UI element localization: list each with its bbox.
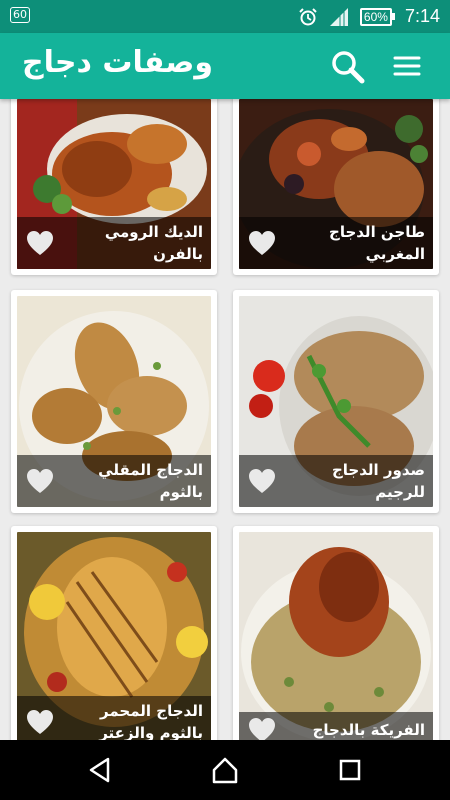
page-title: وصفات دجاج <box>22 45 213 80</box>
recipe-card[interactable]: الدجاج المحمر بالثوم والزعتر <box>11 526 217 740</box>
favorite-heart-icon[interactable] <box>247 716 277 740</box>
alarm-icon <box>299 7 317 25</box>
recipe-caption-bar: صدور الدجاج للرجيم <box>239 455 433 507</box>
recipe-card[interactable]: الديك الرومي بالفرن <box>11 99 217 275</box>
recipe-title: الفريكة بالدجاج <box>312 721 425 739</box>
recipe-caption-bar: الديك الرومي بالفرن <box>17 217 211 269</box>
system-nav-bar <box>0 740 450 800</box>
battery-percent: 60% <box>359 7 392 26</box>
recipe-image: الدجاج المقلي بالثوم <box>17 296 211 507</box>
recipe-card[interactable]: الفريكة بالدجاج <box>233 526 439 740</box>
favorite-heart-icon[interactable] <box>25 229 55 257</box>
recipe-title: صدور الدجاج للرجيم <box>331 461 425 501</box>
recipe-caption-bar: الدجاج المحمر بالثوم والزعتر <box>17 696 211 740</box>
notification-badge: 60 <box>10 7 30 23</box>
recipe-card[interactable]: الدجاج المقلي بالثوم <box>11 290 217 513</box>
favorite-heart-icon[interactable] <box>25 467 55 495</box>
battery-icon: 60% <box>359 7 395 26</box>
favorite-heart-icon[interactable] <box>25 708 55 736</box>
recipe-caption-bar: الفريكة بالدجاج <box>239 712 433 740</box>
recipe-title: الديك الرومي بالفرن <box>104 223 203 263</box>
recipe-title: الدجاج المقلي بالثوم <box>98 461 203 501</box>
recipe-image: الفريكة بالدجاج <box>239 532 433 740</box>
home-icon[interactable] <box>210 755 240 785</box>
recipe-image: الدجاج المحمر بالثوم والزعتر <box>17 532 211 740</box>
recipe-image: الديك الرومي بالفرن <box>17 99 211 269</box>
favorite-heart-icon[interactable] <box>247 229 277 257</box>
recipe-card[interactable]: طاجن الدجاج المغربي <box>233 99 439 275</box>
recipe-title: طاجن الدجاج المغربي <box>329 223 425 263</box>
favorite-heart-icon[interactable] <box>247 467 277 495</box>
recipe-caption-bar: الدجاج المقلي بالثوم <box>17 455 211 507</box>
recipe-image: طاجن الدجاج المغربي <box>239 99 433 269</box>
status-bar: 60 60% 7:14 <box>0 0 450 33</box>
recipe-grid: الديك الرومي بالفرن طاجن الدجاج المغربي … <box>0 99 450 740</box>
notification-indicator: 60 <box>10 7 30 23</box>
back-icon[interactable] <box>85 755 115 785</box>
search-icon[interactable] <box>330 49 366 85</box>
recipe-title: الدجاج المحمر بالثوم والزعتر <box>99 702 203 740</box>
recents-icon[interactable] <box>335 755 365 785</box>
recipe-image: صدور الدجاج للرجيم <box>239 296 433 507</box>
signal-icon <box>329 7 348 26</box>
recipe-caption-bar: طاجن الدجاج المغربي <box>239 217 433 269</box>
recipe-card[interactable]: صدور الدجاج للرجيم <box>233 290 439 513</box>
clock: 7:14 <box>404 6 440 26</box>
menu-icon[interactable] <box>392 51 422 81</box>
app-bar: وصفات دجاج <box>0 33 450 99</box>
